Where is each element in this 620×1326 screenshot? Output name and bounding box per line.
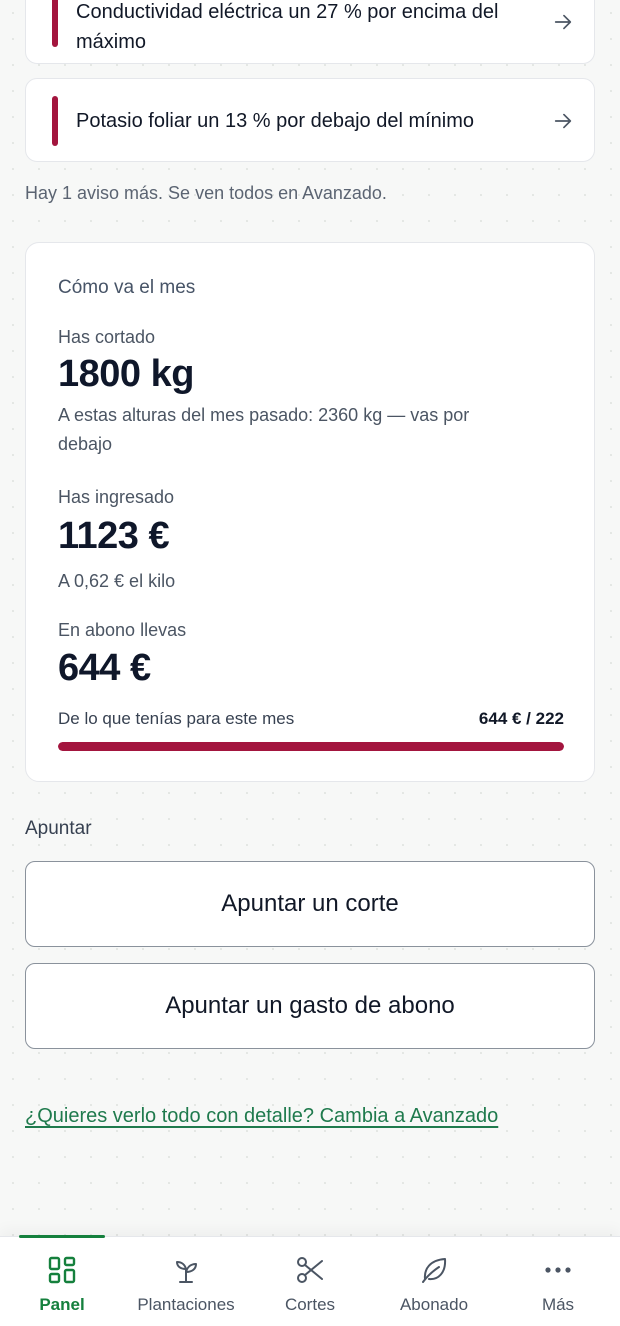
more-alerts-note: Hay 1 aviso más. Se ven todos en Avanzad… [25,183,387,203]
nav-item-plantaciones[interactable]: Plantaciones [126,1237,246,1326]
nav-item-abonado[interactable]: Abonado [389,1237,479,1326]
income-label: Has ingresado [58,487,175,507]
month-summary-card: Cómo va el mes Has cortado 1800 kg A est… [25,242,595,782]
alert-card[interactable]: Potasio foliar un 13 % por debajo del mí… [25,78,595,162]
nav-label: Panel [39,1295,85,1314]
budget-amount: 644 € / 222 [478,709,564,728]
add-cut-button[interactable]: Apuntar un corte [25,861,595,947]
more-icon [545,1267,571,1273]
fertilizer-label: En abono llevas [58,620,187,640]
price-per-kilo: A 0,62 € el kilo [58,571,176,591]
alert-severity-bar [52,0,58,47]
nav-label: Más [541,1295,575,1314]
alert-text: Conductividad eléctrica un 27 % por enci… [76,1,499,53]
arrow-right-icon [554,14,572,30]
add-fertilizer-expense-button[interactable]: Apuntar un gasto de abono [25,963,595,1049]
nav-item-cortes[interactable]: Cortes [270,1237,350,1326]
alert-severity-bar [52,96,58,146]
nav-item-mas[interactable]: Más [518,1237,598,1326]
sprout-icon [176,1261,197,1283]
nav-label: Cortes [284,1295,336,1314]
cut-label: Has cortado [58,327,156,347]
section-title: Apuntar [25,818,92,839]
budget-progress-fill [58,742,564,751]
card-title: Cómo va el mes [58,277,196,298]
scissors-icon [297,1257,323,1283]
arrow-right-icon [554,113,572,129]
budget-label: De lo que tenías para este mes [58,709,295,728]
leaf-icon [422,1258,447,1283]
alert-card[interactable]: Conductividad eléctrica un 27 % por enci… [25,0,595,64]
cut-comparison: A estas alturas del mes pasado: 2360 kg … [58,405,470,454]
switch-to-advanced-link[interactable]: ¿Quieres verlo todo con detalle? Cambia … [25,1105,498,1128]
income-value: 1123 € [58,515,170,557]
budget-row: De lo que tenías para este mes 644 € / 2… [58,709,564,729]
nav-label: Abonado [399,1295,469,1314]
nav-label: Plantaciones [137,1295,235,1314]
dashboard-icon [48,1256,76,1284]
fertilizer-value: 644 € [58,647,151,689]
budget-progress-bar [58,742,564,751]
bottom-nav: Panel Plantaciones Cortes Abonado Más [0,1235,620,1326]
nav-item-panel[interactable]: Panel [22,1237,102,1326]
cut-value: 1800 kg [58,353,194,395]
alert-text: Potasio foliar un 13 % por debajo del mí… [76,110,475,132]
